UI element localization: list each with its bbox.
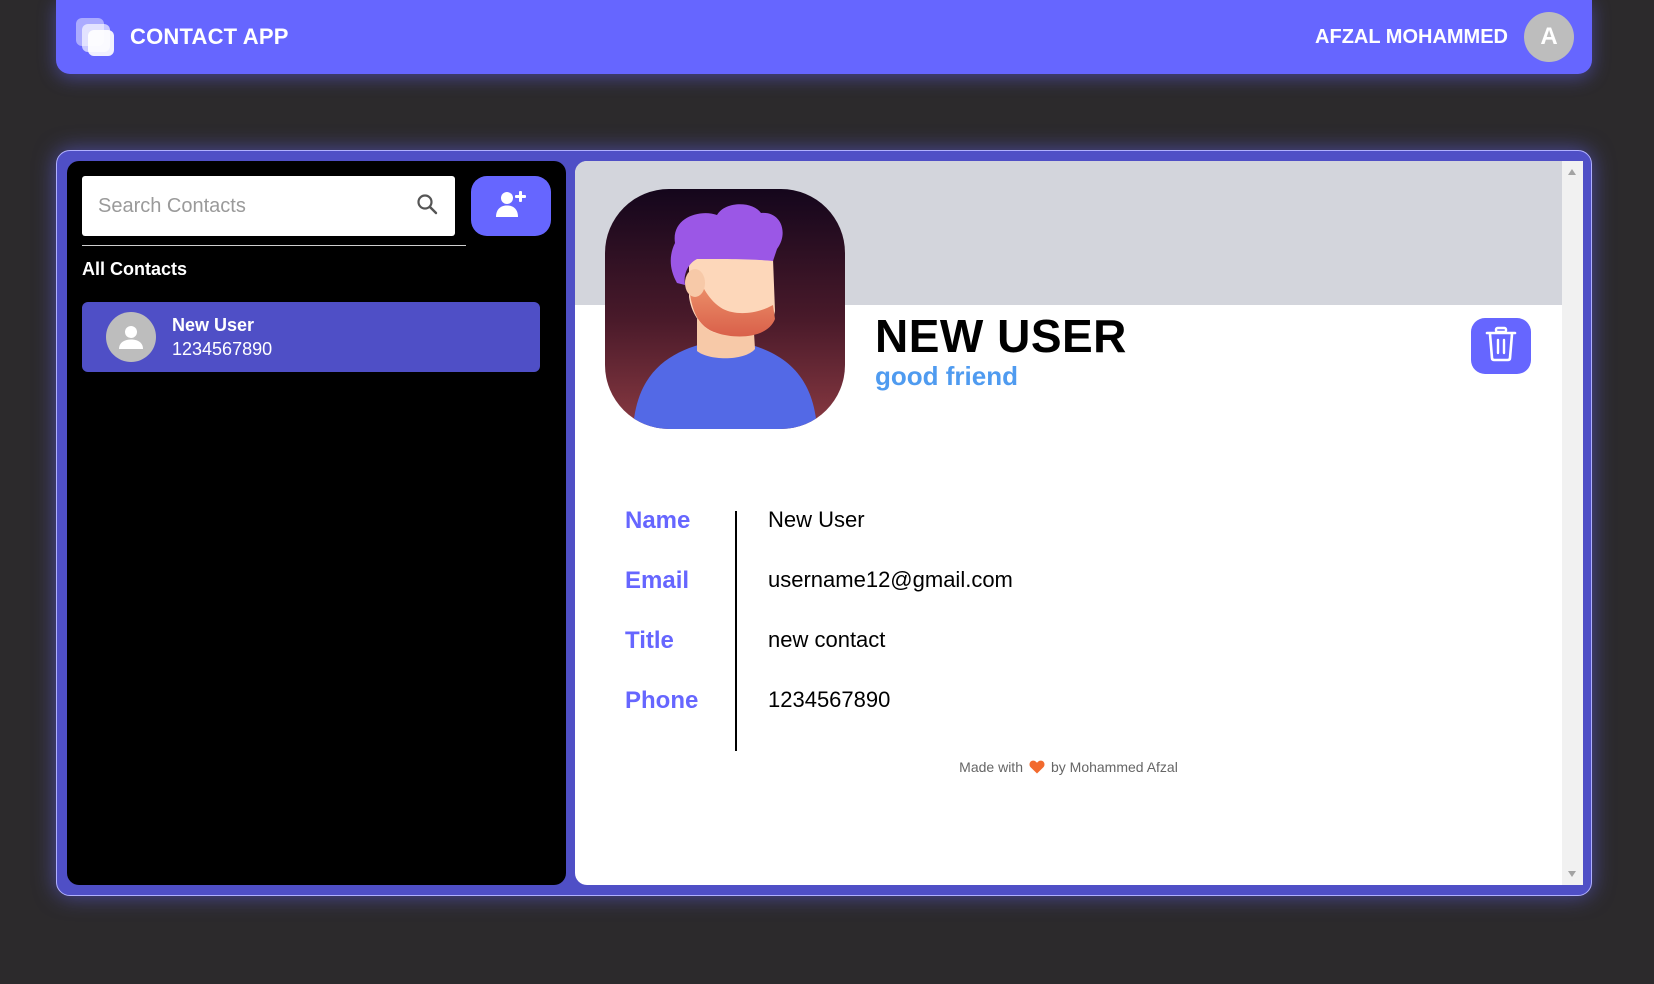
detail-scrollbar[interactable] <box>1562 161 1583 885</box>
scroll-up-arrow-icon[interactable] <box>1568 169 1576 175</box>
user-name: AFZAL MOHAMMED <box>1315 25 1508 48</box>
field-label-email: Email <box>625 567 690 594</box>
trash-icon <box>1485 326 1517 367</box>
scroll-down-arrow-icon[interactable] <box>1568 871 1576 877</box>
search-box[interactable] <box>82 176 455 236</box>
add-contact-button[interactable] <box>471 176 551 236</box>
contact-name: New User <box>172 315 255 335</box>
field-value-name: New User <box>768 507 865 532</box>
field-label-title: Title <box>625 627 674 654</box>
field-value-title: new contact <box>768 627 886 652</box>
man-illustration-icon <box>605 189 845 429</box>
contact-phone: 1234567890 <box>172 339 273 359</box>
field-label-name: Name <box>625 507 691 534</box>
app-title: CONTACT APP <box>130 24 289 49</box>
field-label-phone: Phone <box>625 687 699 714</box>
brand: CONTACT APP <box>74 16 289 58</box>
field-value-email: username12@gmail.com <box>768 567 1013 592</box>
contact-detail-panel: NEW USER good friend Name Email Title Ph… <box>575 161 1583 885</box>
app-logo-icon <box>74 16 116 58</box>
search-input[interactable] <box>98 194 415 218</box>
contact-list-item[interactable]: New User 1234567890 <box>82 302 540 372</box>
contacts-sidebar: All Contacts New User 1234567890 <box>67 161 566 885</box>
field-divider <box>735 511 737 751</box>
user-area[interactable]: AFZAL MOHAMMED A <box>1315 12 1574 62</box>
person-icon <box>119 326 143 349</box>
search-icon[interactable] <box>415 192 439 221</box>
main-panel: All Contacts New User 1234567890 <box>56 150 1592 896</box>
profile-avatar <box>605 189 845 429</box>
delete-contact-button[interactable] <box>1471 318 1531 374</box>
field-values: New User username12@gmail.com new contac… <box>768 501 1013 741</box>
contact-avatar <box>106 312 156 362</box>
contact-text: New User 1234567890 <box>172 313 272 361</box>
footer-prefix: Made with <box>959 759 1023 775</box>
field-value-phone: 1234567890 <box>768 687 891 712</box>
field-labels: Name Email Title Phone <box>625 501 698 741</box>
search-divider <box>82 245 466 246</box>
footer-credit: Made with by Mohammed Afzal <box>575 759 1562 777</box>
profile-name: NEW USER <box>875 310 1127 362</box>
heart-icon <box>1029 760 1045 777</box>
all-contacts-heading: All Contacts <box>82 259 188 279</box>
app-header: CONTACT APP AFZAL MOHAMMED A <box>56 0 1592 74</box>
profile-subtitle: good friend <box>875 361 1018 391</box>
footer-suffix: by Mohammed Afzal <box>1050 759 1178 775</box>
add-user-icon <box>494 189 528 224</box>
user-avatar[interactable]: A <box>1524 12 1574 62</box>
